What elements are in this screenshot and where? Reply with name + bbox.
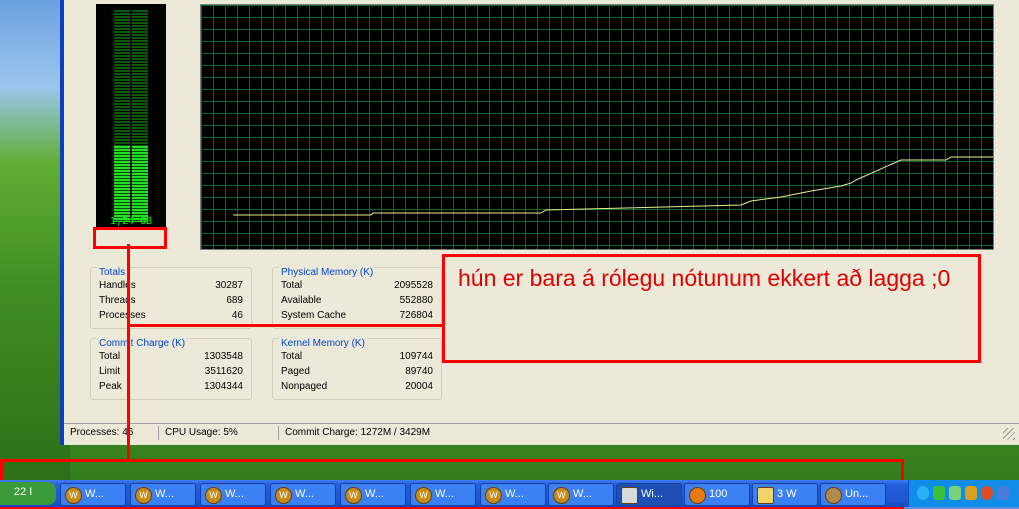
totals-row-processes: Processes 46 [99,310,243,321]
wow-icon: W [65,487,82,504]
totals-group: Totals Handles 30287 Threads 689 Processes… [90,267,252,329]
memory-usage-bar [114,10,148,222]
kernel-row-paged: Paged 89740 [281,366,433,377]
status-commit-charge: Commit Charge: 1272M / 3429M [278,426,505,440]
kernel-memory-group: Kernel Memory (K) Total 109744 Paged 89740… [272,338,442,400]
tray-firefox-icon[interactable] [981,486,993,500]
folder-icon [757,487,774,504]
system-tray [908,480,1019,507]
task-manager-window: 1,24 GB Totals Handles 30287 Threads 689 P… [60,0,1019,445]
taskbar-button-wow-7[interactable]: W W... [480,483,546,506]
kernel-memory-title: Kernel Memory (K) [279,338,367,349]
wow-icon: W [345,487,362,504]
taskbar-button-explorer[interactable]: 3 W [752,483,818,506]
kernel-row-nonpaged: Nonpaged 20004 [281,381,433,392]
taskbar-button-wow-6[interactable]: W W... [410,483,476,506]
physical-memory-title: Physical Memory (K) [279,267,376,278]
commit-row-limit: Limit 3511620 [99,366,243,377]
physical-row-total: Total 2095528 [281,280,433,291]
firefox-icon [689,487,706,504]
physical-memory-group: Physical Memory (K) Total 2095528 Availab… [272,267,442,329]
memory-usage-meter: 1,24 GB [96,4,166,229]
annotation-line-horizontal [127,324,444,327]
wow-icon: W [485,487,502,504]
commit-row-total: Total 1303548 [99,351,243,362]
annotation-box-memory-value [93,227,167,249]
annotation-line-vertical [127,244,130,462]
status-cpu-usage: CPU Usage: 5% [158,426,275,440]
resize-grip[interactable] [1003,428,1015,440]
taskbar-button-wow-1[interactable]: W W... [60,483,126,506]
commit-row-peak: Peak 1304344 [99,381,243,392]
taskbar-button-app[interactable]: Un... [820,483,886,506]
taskbar-button-wow-2[interactable]: W W... [130,483,196,506]
commit-charge-group: Commit Charge (K) Total 1303548 Limit 3511… [90,338,252,400]
taskbar: 22 I W W... W W... W W... W W... W W... W W...… [0,480,1019,507]
totals-title: Totals [97,267,128,278]
physical-row-available: Available 552880 [281,295,433,306]
wow-icon: W [135,487,152,504]
kernel-row-total: Total 109744 [281,351,433,362]
taskbar-button-firefox[interactable]: 100 [684,483,750,506]
tray-green-icon[interactable] [933,486,945,500]
tray-person-icon[interactable] [949,486,961,500]
taskbar-button-task-manager[interactable]: Wi... [616,483,682,506]
status-bar: Processes: 46 CPU Usage: 5% Commit Charg… [64,423,1019,442]
commit-charge-title: Commit Charge (K) [97,338,188,349]
wow-icon: W [415,487,432,504]
wow-icon: W [205,487,222,504]
memory-usage-history-graph [200,4,994,250]
quick-launch-group[interactable]: 22 I [0,482,56,505]
wow-icon: W [275,487,292,504]
taskbar-button-wow-8[interactable]: W W... [548,483,614,506]
tray-back-icon[interactable] [917,486,929,500]
quick-launch-label: 22 I [14,486,33,498]
status-processes: Processes: 46 [70,427,134,438]
taskbar-button-wow-5[interactable]: W W... [340,483,406,506]
annotation-text: hún er bara á rólegu nótunum ekkert að l… [458,265,951,291]
tray-network-icon[interactable] [997,486,1009,500]
taskbar-button-wow-4[interactable]: W W... [270,483,336,506]
totals-row-handles: Handles 30287 [99,280,243,291]
task-manager-icon [621,487,638,504]
physical-row-system-cache: System Cache 726804 [281,310,433,321]
app-icon [825,487,842,504]
history-graph-svg [233,156,993,216]
performance-tab-panel: 1,24 GB Totals Handles 30287 Threads 689 P… [64,0,1019,445]
totals-row-threads: Threads 689 [99,295,243,306]
tray-shield-icon[interactable] [965,486,977,500]
taskbar-button-wow-3[interactable]: W W... [200,483,266,506]
wow-icon: W [553,487,570,504]
memory-history-line [233,156,993,216]
